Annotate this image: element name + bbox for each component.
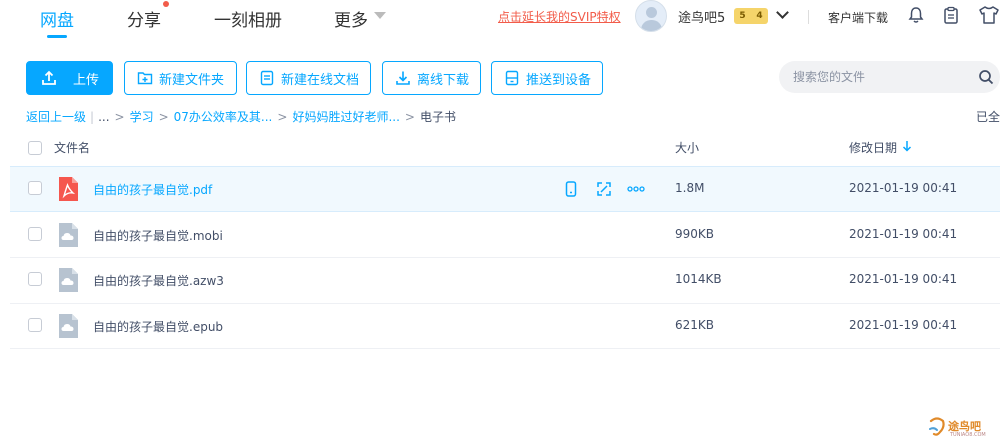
search-input[interactable] bbox=[793, 67, 973, 87]
column-header-name[interactable]: 文件名 bbox=[54, 139, 90, 156]
breadcrumb-separator: > bbox=[404, 109, 415, 124]
push-to-device-button[interactable]: 推送到设备 bbox=[491, 61, 603, 95]
tab-netdisk[interactable]: 网盘 bbox=[40, 6, 74, 31]
cloud-file-icon bbox=[59, 223, 78, 247]
loaded-status: 已全 bbox=[976, 110, 1000, 124]
new-online-doc-button[interactable]: 新建在线文档 bbox=[246, 61, 371, 95]
offline-download-button[interactable]: 离线下载 bbox=[382, 61, 481, 95]
breadcrumb: 返回上一级 | ... > 学习 > 07办公效率及其... > 好妈妈胜过好老… bbox=[26, 108, 456, 125]
notification-dot bbox=[163, 1, 169, 7]
cloud-file-icon bbox=[59, 268, 78, 292]
file-date: 2021-01-19 00:41 bbox=[849, 181, 958, 195]
device-icon bbox=[505, 70, 519, 86]
sort-descending-icon[interactable] bbox=[902, 140, 912, 152]
offline-download-label: 离线下载 bbox=[417, 72, 470, 88]
file-name[interactable]: 自由的孩子最自觉.epub bbox=[93, 318, 223, 335]
username[interactable]: 途鸟吧5 bbox=[678, 7, 725, 26]
search-icon[interactable] bbox=[978, 69, 994, 85]
cloud-file-icon bbox=[59, 314, 78, 338]
select-all-checkbox[interactable] bbox=[28, 141, 42, 155]
upload-button[interactable]: 上传 bbox=[26, 61, 113, 95]
search-box bbox=[779, 61, 1000, 93]
level-right: 4 bbox=[756, 11, 763, 21]
share-link-icon[interactable] bbox=[596, 181, 612, 197]
breadcrumb-item-current: 电子书 bbox=[419, 110, 456, 124]
more-options-icon[interactable] bbox=[627, 181, 645, 197]
breadcrumb-item-office[interactable]: 07办公效率及其... bbox=[174, 108, 273, 125]
tab-album[interactable]: 一刻相册 bbox=[214, 6, 282, 31]
row-checkbox[interactable] bbox=[28, 227, 42, 241]
file-date: 2021-01-19 00:41 bbox=[849, 227, 958, 241]
user-menu-chevron-icon[interactable] bbox=[776, 6, 789, 19]
add-folder-icon bbox=[137, 72, 153, 85]
file-size: 621KB bbox=[675, 318, 715, 332]
breadcrumb-separator: > bbox=[277, 109, 288, 124]
row-checkbox[interactable] bbox=[28, 181, 42, 195]
column-header-size[interactable]: 大小 bbox=[675, 139, 699, 156]
watermark-logo-icon bbox=[929, 417, 945, 436]
column-header-date[interactable]: 修改日期 bbox=[849, 139, 897, 156]
document-icon bbox=[260, 70, 274, 86]
file-size: 1.8M bbox=[675, 181, 705, 195]
upload-icon bbox=[42, 70, 56, 85]
top-nav-bar: 网盘 分享 一刻相册 更多 点击延长我的SVIP特权 途鸟吧5 5 4 客户端下… bbox=[0, 0, 1000, 46]
breadcrumb-divider: | bbox=[90, 109, 95, 124]
new-online-doc-label: 新建在线文档 bbox=[281, 72, 360, 88]
file-name[interactable]: 自由的孩子最自觉.mobi bbox=[93, 227, 223, 244]
client-download-link[interactable]: 客户端下载 bbox=[828, 9, 888, 26]
level-left: 5 bbox=[739, 11, 746, 21]
tab-more[interactable]: 更多 bbox=[334, 6, 368, 31]
vip-level-badge: 5 4 bbox=[734, 8, 768, 24]
breadcrumb-separator: > bbox=[158, 109, 169, 124]
breadcrumb-item-book[interactable]: 好妈妈胜过好老师... bbox=[292, 108, 399, 125]
push-to-device-label: 推送到设备 bbox=[526, 72, 592, 88]
file-date: 2021-01-19 00:41 bbox=[849, 318, 958, 332]
breadcrumb-separator: > bbox=[114, 109, 125, 124]
breadcrumb-back[interactable]: 返回上一级 bbox=[26, 108, 86, 125]
clipboard-icon[interactable] bbox=[942, 6, 960, 24]
download-icon bbox=[396, 71, 410, 85]
svip-renew-link[interactable]: 点击延长我的SVIP特权 bbox=[498, 8, 621, 25]
file-size: 990KB bbox=[675, 227, 715, 241]
upload-label: 上传 bbox=[73, 72, 100, 88]
new-folder-label: 新建文件夹 bbox=[159, 72, 225, 88]
pdf-icon bbox=[59, 177, 78, 201]
chevron-down-icon[interactable] bbox=[374, 12, 386, 19]
row-checkbox[interactable] bbox=[28, 272, 42, 286]
divider bbox=[808, 10, 809, 24]
row-checkbox[interactable] bbox=[28, 318, 42, 332]
bell-icon[interactable] bbox=[907, 6, 925, 24]
breadcrumb-item-study[interactable]: 学习 bbox=[130, 108, 154, 125]
breadcrumb-ellipsis[interactable]: ... bbox=[98, 110, 109, 124]
active-tab-indicator bbox=[47, 35, 67, 38]
file-name[interactable]: 自由的孩子最自觉.pdf bbox=[93, 181, 212, 198]
file-name[interactable]: 自由的孩子最自觉.azw3 bbox=[93, 272, 224, 289]
tab-share[interactable]: 分享 bbox=[127, 6, 161, 31]
avatar[interactable] bbox=[635, 0, 667, 32]
skin-shirt-icon[interactable] bbox=[978, 5, 1000, 25]
file-date: 2021-01-19 00:41 bbox=[849, 272, 958, 286]
watermark-url: TUNIAO8.COM bbox=[950, 432, 986, 438]
file-size: 1014KB bbox=[675, 272, 722, 286]
phone-icon[interactable] bbox=[563, 181, 579, 197]
new-folder-button[interactable]: 新建文件夹 bbox=[124, 61, 237, 95]
